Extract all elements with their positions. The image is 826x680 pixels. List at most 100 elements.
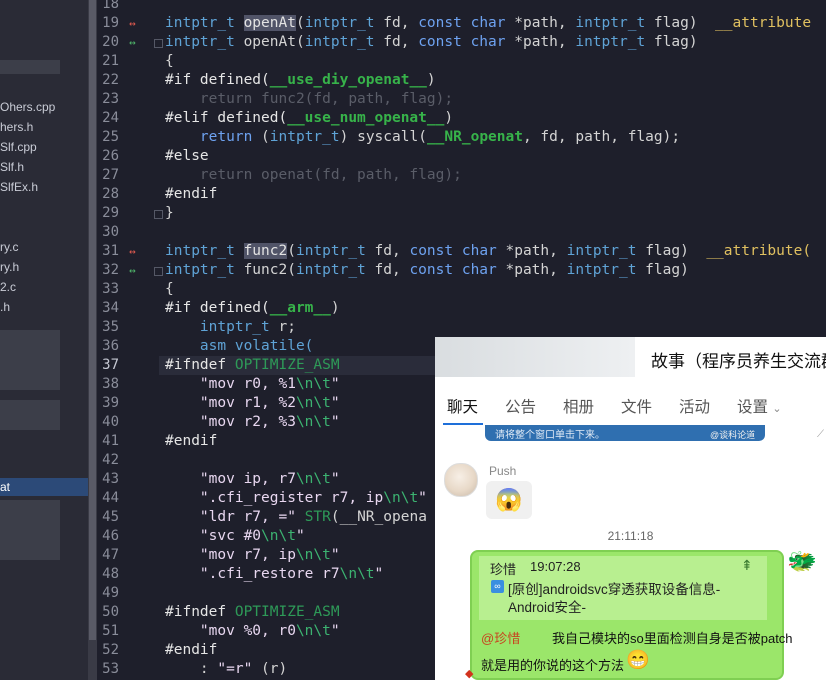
line-number: 23 — [102, 91, 119, 107]
tab-chat[interactable]: 聊天 — [447, 395, 478, 417]
line-number: 51 — [102, 623, 119, 639]
line-number: 26 — [102, 148, 119, 164]
message-sender: Push — [489, 464, 517, 478]
scream-emoji-icon: 😱 — [495, 487, 523, 512]
line-number: 37 — [102, 357, 119, 373]
sidebar-file-item[interactable]: .h — [0, 298, 10, 316]
line-number: 42 — [102, 452, 119, 468]
code-line-21: { — [165, 53, 174, 69]
code-line-22: #if defined(__use_diy_openat__) — [165, 72, 436, 88]
quote-text[interactable]: Android安全- — [508, 596, 586, 616]
code-line-29: } — [165, 205, 174, 221]
fold-icon[interactable] — [154, 267, 163, 276]
chat-window[interactable]: 故事（程序员养生交流群 聊天 公告 相册 文件 活动 设置 ⌄ 请将整个窗口单击… — [435, 337, 826, 680]
fold-icon[interactable] — [154, 39, 163, 48]
sidebar-file-item[interactable]: Slf.h — [0, 158, 24, 176]
line-number: 52 — [102, 642, 119, 658]
sidebar-file-item[interactable]: hers.h — [0, 118, 33, 136]
code-line-24: #elif defined(__use_num_openat__) — [165, 110, 454, 126]
code-line-47: "mov r7, ip\n\t" — [199, 547, 340, 563]
quote-text[interactable]: [原创]androidsvc穿透获取设备信息- — [508, 578, 720, 598]
quote-time: 19:07:28 — [530, 559, 581, 574]
mention[interactable]: @珍惜 — [481, 628, 520, 647]
line-number: 48 — [102, 566, 119, 582]
tab-settings[interactable]: 设置 ⌄ — [737, 395, 782, 417]
sidebar-file-item[interactable]: SlfEx.h — [0, 178, 38, 196]
line-number: 21 — [102, 53, 119, 69]
code-line-36: asm volatile( — [199, 338, 314, 354]
sidebar-file-item[interactable]: Ohers.cpp — [0, 98, 55, 116]
link-icon: ∞ — [491, 580, 504, 593]
pinned-image-text: 请将整个窗口单击下来。 — [495, 430, 605, 441]
line-number: 40 — [102, 414, 119, 430]
code-line-39: "mov r1, %2\n\t" — [199, 395, 340, 411]
sidebar-file-item[interactable]: ry.h — [0, 258, 19, 276]
git-change-marker-icon: ↔ — [129, 264, 136, 277]
code-line-27: return openat(fd, path, flag); — [165, 167, 462, 183]
line-number: 34 — [102, 300, 119, 316]
code-line-28: #endif — [165, 186, 218, 202]
quote-sender: 珍惜 — [490, 562, 517, 577]
line-number: 29 — [102, 205, 119, 221]
line-number: 46 — [102, 528, 119, 544]
line-number: 36 — [102, 338, 119, 354]
code-line-32: intptr_t func2(intptr_t fd, const char *… — [165, 262, 689, 278]
line-number: 28 — [102, 186, 119, 202]
line-number: 43 — [102, 471, 119, 487]
avatar-self[interactable]: 🐲 — [787, 547, 817, 577]
fold-icon[interactable] — [154, 210, 163, 219]
line-number: 47 — [102, 547, 119, 563]
code-line-23: return func2(fd, path, flag); — [165, 91, 454, 107]
avatar[interactable] — [444, 463, 478, 497]
code-line-40: "mov r2, %3\n\t" — [199, 414, 340, 430]
code-line-46: "svc #0\n\t" — [199, 528, 305, 544]
blurred-item — [0, 60, 60, 74]
chat-header: 故事（程序员养生交流群 — [435, 337, 826, 377]
line-number: 53 — [102, 661, 119, 677]
line-number: 38 — [102, 376, 119, 392]
tab-files[interactable]: 文件 — [621, 395, 652, 417]
file-tree-sidebar: Ohers.cpp hers.h Slf.cpp Slf.h SlfEx.h ry.c ry… — [0, 0, 88, 680]
code-line-43: "mov ip, r7\n\t" — [199, 471, 340, 487]
line-number: 50 — [102, 604, 119, 620]
tab-album[interactable]: 相册 — [563, 395, 594, 417]
git-change-marker-icon: ↔ — [129, 36, 136, 49]
code-line-38: "mov r0, %1\n\t" — [199, 376, 340, 392]
code-line-33: { — [165, 281, 174, 297]
line-number: 49 — [102, 585, 119, 601]
git-change-marker-icon: ↔ — [129, 17, 136, 30]
sidebar-file-item[interactable]: Slf.cpp — [0, 138, 37, 156]
tab-announcement[interactable]: 公告 — [505, 395, 536, 417]
line-number: 31 — [102, 243, 119, 259]
line-number: 44 — [102, 490, 119, 506]
message-text: 我自己模块的so里面检测自身是否被patch — [552, 631, 793, 646]
message-bubble[interactable]: 😱 — [486, 481, 532, 519]
line-number: 41 — [102, 433, 119, 449]
blurred-item — [0, 500, 60, 560]
chevron-down-icon: ⌄ — [772, 403, 782, 415]
blurred-item — [0, 330, 60, 390]
line-number: 18 — [102, 0, 119, 12]
scroll-arrow-icon[interactable]: ⟋ — [817, 429, 824, 440]
sidebar-file-item[interactable]: 2.c — [0, 278, 16, 296]
blurred-item — [0, 400, 60, 430]
code-line-20: intptr_t openAt(intptr_t fd, const char … — [165, 34, 698, 50]
line-number: 27 — [102, 167, 119, 183]
header-banner — [435, 337, 635, 377]
code-line-37: #ifndef OPTIMIZE_ASM — [165, 357, 340, 373]
code-line-26: #else — [165, 148, 209, 164]
sidebar-scroll-thumb[interactable] — [89, 0, 96, 640]
jump-to-quote-icon[interactable]: ⇞ — [741, 557, 753, 574]
tab-activity[interactable]: 活动 — [679, 395, 710, 417]
code-line-45: "ldr r7, =" STR(__NR_opena — [199, 509, 427, 525]
active-tab-indicator — [443, 423, 483, 425]
code-line-25: return (intptr_t) syscall(__NR_openat, f… — [199, 129, 681, 145]
sidebar-file-item[interactable]: ry.c — [0, 238, 18, 256]
chat-tabs: 聊天 公告 相册 文件 活动 设置 ⌄ — [435, 389, 826, 425]
sidebar-file-item[interactable]: at — [0, 478, 88, 496]
pinned-image-source: @谈科论道 — [710, 430, 756, 440]
time-separator: 21:11:18 — [607, 529, 654, 543]
code-line-19: intptr_t openAt(intptr_t fd, const char … — [165, 15, 812, 31]
line-number: 20 — [102, 34, 119, 50]
line-number: 25 — [102, 129, 119, 145]
